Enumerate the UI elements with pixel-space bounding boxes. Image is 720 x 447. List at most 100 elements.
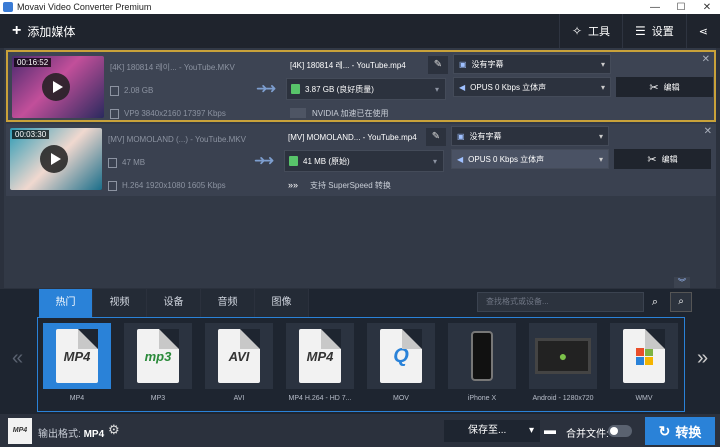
window-title: Movavi Video Converter Premium (17, 2, 152, 12)
output-file-name: [4K] 180814 레... - YouTube.mp4 (290, 60, 406, 70)
file-icon (108, 157, 117, 168)
play-icon[interactable] (40, 145, 68, 173)
tab-audio[interactable]: 音频 (201, 289, 255, 317)
quicktime-icon: Q (380, 329, 422, 383)
folder-icon[interactable]: ▬ (544, 423, 556, 437)
file-icon (110, 85, 119, 96)
format-item-mp4[interactable]: MP4 MP4 (43, 323, 111, 409)
minimize-button[interactable]: — (642, 2, 668, 13)
video-thumbnail[interactable]: 00:03:30 (10, 128, 102, 190)
plus-icon: + (12, 22, 22, 39)
output-size: 3.87 GB (良好质量) (305, 84, 374, 94)
source-size-row: 2.08 GB (110, 79, 275, 102)
audio-select[interactable]: ◀ OPUS 0 Kbps 立体声 ▾ (453, 77, 611, 97)
arrow-icon: ➜➜ (256, 80, 277, 96)
gear-icon[interactable]: ⚙ (108, 422, 120, 438)
maximize-button[interactable]: ☐ (668, 2, 694, 13)
format-item-iphone-x[interactable]: iPhone X (448, 323, 516, 409)
menu-icon: ☰ (635, 24, 646, 38)
scissors-icon: ✂ (649, 81, 659, 94)
video-thumbnail[interactable]: 00:16:52 (12, 56, 104, 118)
scissors-icon: ✂ (647, 153, 657, 166)
hw-info-row: »» 支持 SuperSpeed 转换 (284, 174, 444, 196)
format-label: WMV (635, 395, 653, 402)
share-button[interactable]: ⋖ (685, 14, 720, 48)
format-panel: 热门 视频 设备 音频 图像 查找格式或设备... ⌕ ⌕ « MP4 MP4 … (0, 289, 720, 414)
file-item[interactable]: 00:03:30 [MV] MOMOLAND (...) - YouTube.M… (6, 124, 716, 196)
save-to-select[interactable]: 保存至... ▾ (444, 420, 540, 442)
film-icon (108, 180, 117, 191)
save-to-label: 保存至... (468, 425, 507, 436)
merge-files-toggle[interactable] (608, 425, 632, 437)
output-size-select[interactable]: 3.87 GB (良好质量) ▾ (286, 78, 446, 100)
chevron-down-icon: ▾ (600, 82, 605, 92)
hw-info-row: NVIDIA 加速已在使用 (286, 102, 446, 124)
format-search-input[interactable]: 查找格式或设备... (477, 292, 644, 312)
tab-devices[interactable]: 设备 (147, 289, 201, 317)
format-item-mov[interactable]: Q MOV (367, 323, 435, 409)
tab-images[interactable]: 图像 (255, 289, 309, 317)
source-info-row: VP9 3840x2160 17397 Kbps (110, 102, 275, 125)
rename-pencil-icon[interactable]: ✎ (428, 56, 448, 74)
add-media-label: 添加媒体 (27, 24, 76, 39)
format-item-wmv[interactable]: WMV (610, 323, 678, 409)
tools-button[interactable]: ✧ 工具 (558, 14, 622, 48)
carousel-prev-icon[interactable]: « (12, 347, 23, 370)
edit-button[interactable]: ✂ 编辑 (614, 149, 711, 169)
search-icon[interactable]: ⌕ (645, 292, 665, 312)
title-bar: Movavi Video Converter Premium — ☐ ✕ (0, 0, 720, 14)
magic-wand-icon: ✧ (571, 24, 583, 38)
format-item-android[interactable]: ● Android - 1280x720 (529, 323, 597, 409)
settings-button[interactable]: ☰ 设置 (622, 14, 686, 48)
source-info: H.264 1920x1080 1605 Kbps (122, 180, 226, 190)
avi-icon: AVI (218, 329, 260, 383)
subtitle-select[interactable]: ▣ 没有字幕 ▾ (453, 54, 611, 74)
speaker-icon: ◀ (457, 154, 464, 164)
tab-video[interactable]: 视频 (93, 289, 147, 317)
file-list: 00:16:52 [4K] 180814 레이... - YouTube.MKV… (4, 48, 716, 288)
audio-select[interactable]: ◀ OPUS 0 Kbps 立体声 ▾ (451, 149, 609, 169)
refresh-icon: ↻ (658, 422, 671, 439)
format-item-mp3[interactable]: mp3 MP3 (124, 323, 192, 409)
duration-label: 00:03:30 (12, 130, 50, 139)
main-toolbar: + 添加媒体 ✧ 工具 ☰ 设置 ⋖ (0, 14, 720, 48)
edit-button[interactable]: ✂ 编辑 (616, 77, 713, 97)
remove-file-icon[interactable]: ✕ (702, 54, 710, 65)
remove-file-icon[interactable]: ✕ (704, 126, 712, 137)
format-item-mp4-hd[interactable]: MP4 MP4 H.264 - HD 7... (286, 323, 354, 409)
chevron-down-icon: ▾ (528, 425, 534, 436)
subtitle-value: 没有字幕 (469, 131, 502, 141)
format-label: MOV (393, 395, 409, 402)
add-media-button[interactable]: + 添加媒体 (0, 22, 75, 40)
rename-pencil-icon[interactable]: ✎ (426, 128, 446, 146)
output-file-name: [MV] MOMOLAND... - YouTube.mp4 (288, 132, 417, 142)
output-size: 41 MB (原始) (303, 156, 350, 166)
format-label: MP3 (150, 395, 166, 402)
file-size-icon (291, 84, 300, 94)
mp4-icon: MP4 (56, 329, 98, 383)
tools-label: 工具 (588, 26, 611, 38)
source-size: 47 MB (122, 157, 146, 167)
convert-button[interactable]: ↻ 转换 (645, 417, 715, 445)
output-format-label: 输出格式: MP4 (38, 425, 104, 440)
source-size-row: 47 MB (108, 151, 273, 174)
edit-label: 编辑 (661, 154, 678, 164)
device-detect-icon[interactable]: ⌕ (670, 292, 692, 312)
mp3-icon: mp3 (137, 329, 179, 383)
tab-popular[interactable]: 热门 (39, 289, 93, 317)
close-button[interactable]: ✕ (694, 2, 720, 13)
source-info-row: H.264 1920x1080 1605 Kbps (108, 174, 273, 197)
source-file-name: [4K] 180814 레이... - YouTube.MKV (110, 62, 235, 72)
output-size-select[interactable]: 41 MB (原始) ▾ (284, 150, 444, 172)
convert-label: 转换 (675, 424, 702, 440)
subtitle-select[interactable]: ▣ 没有字幕 ▾ (451, 126, 609, 146)
collapse-panel-icon[interactable]: ︾ (674, 277, 690, 288)
file-item[interactable]: 00:16:52 [4K] 180814 레이... - YouTube.MKV… (6, 50, 716, 122)
source-file-name: [MV] MOMOLAND (...) - YouTube.MKV (108, 134, 246, 144)
play-icon[interactable] (42, 73, 70, 101)
chevron-down-icon: ▾ (432, 156, 437, 166)
carousel-next-icon[interactable]: » (697, 347, 708, 370)
settings-label: 设置 (651, 26, 674, 38)
source-size: 2.08 GB (124, 85, 154, 95)
format-item-avi[interactable]: AVI AVI (205, 323, 273, 409)
